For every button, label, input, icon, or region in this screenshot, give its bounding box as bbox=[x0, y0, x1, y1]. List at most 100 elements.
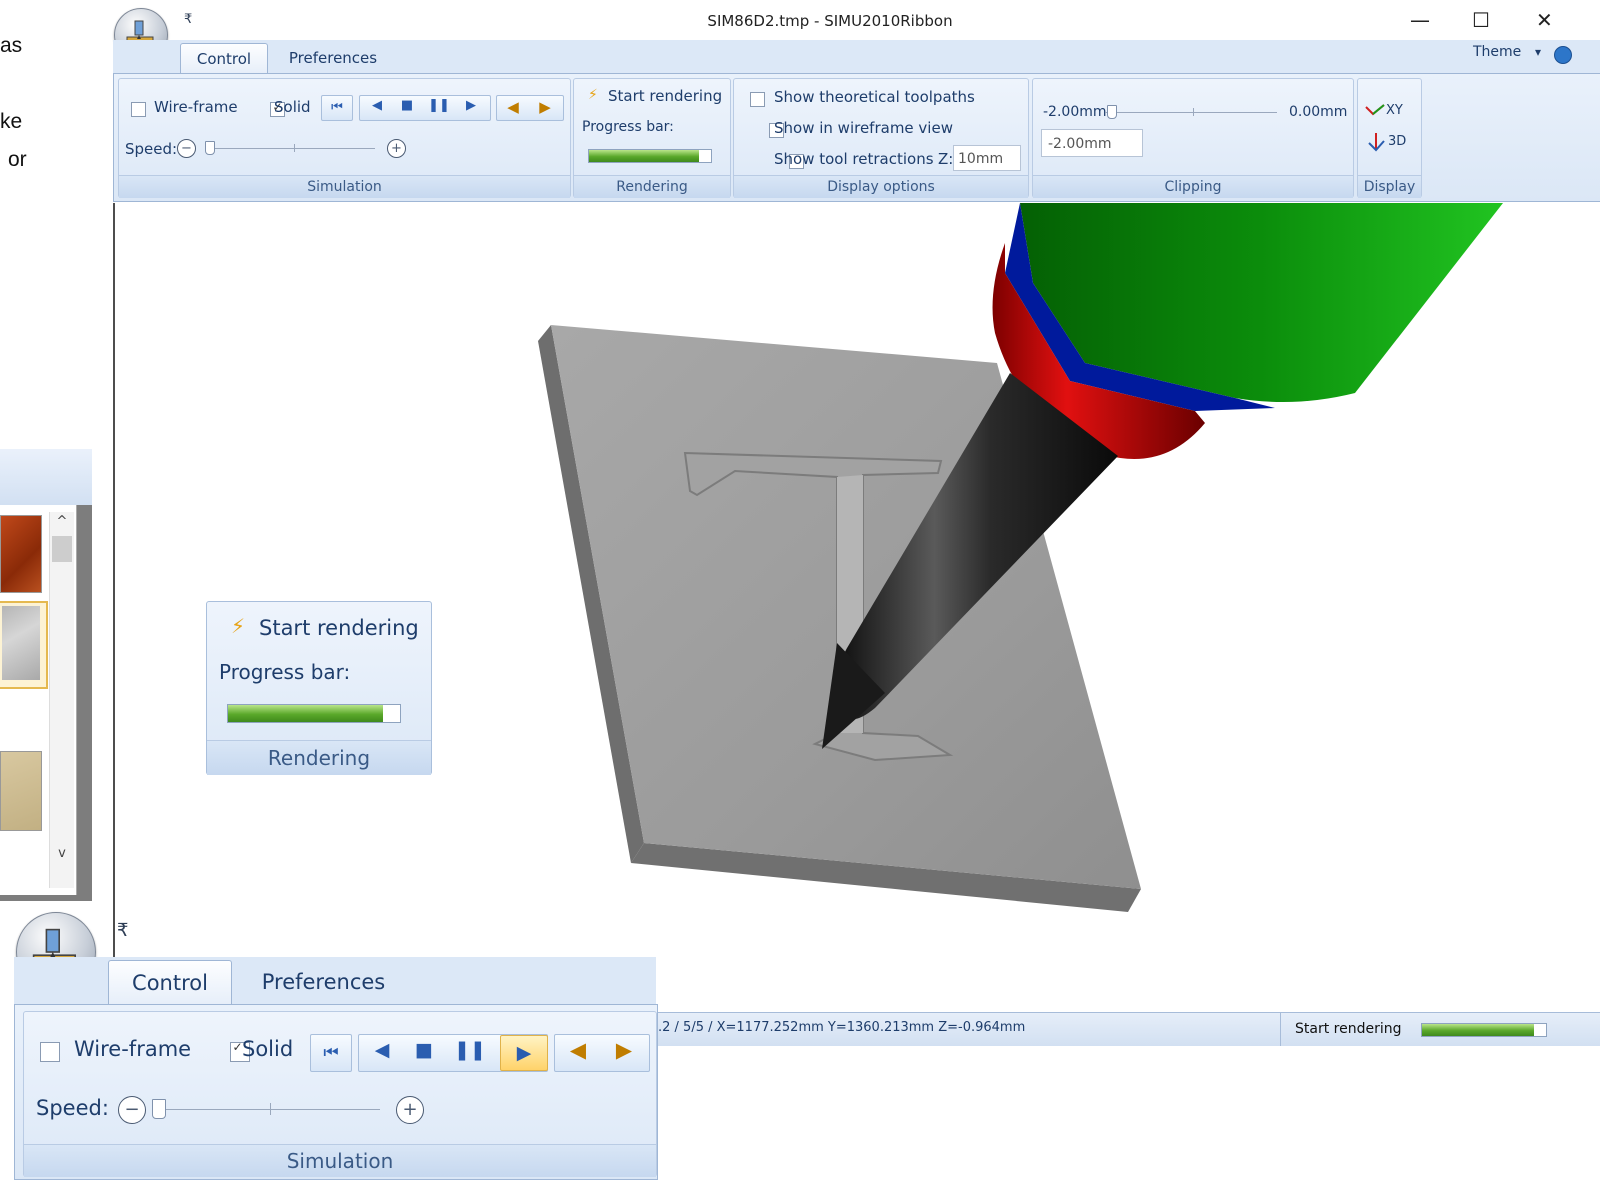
wireframe-view-label: Show in wireframe view bbox=[774, 119, 953, 137]
callout-reset-button[interactable]: ⏮ bbox=[310, 1034, 352, 1072]
status-start-rendering-button[interactable]: Start rendering bbox=[1295, 1021, 1402, 1037]
callout-tab-control[interactable]: Control bbox=[108, 960, 232, 1005]
display-group-label: Display bbox=[1358, 175, 1421, 198]
callout-step-back-button[interactable]: ◀ bbox=[366, 1039, 398, 1061]
maximize-icon[interactable]: ☐ bbox=[1472, 8, 1490, 32]
stray-text-1: as bbox=[0, 34, 23, 57]
tab-preferences[interactable]: Preferences bbox=[278, 43, 388, 73]
material-swatch-sand[interactable] bbox=[0, 751, 42, 831]
material-picker: ^ v bbox=[0, 449, 92, 901]
speed-increase-button[interactable]: + bbox=[387, 139, 406, 158]
status-progress-fill bbox=[1422, 1024, 1534, 1036]
display-options-group-label: Display options bbox=[734, 175, 1028, 198]
clipping-slider-tick bbox=[1193, 108, 1194, 116]
pause-button[interactable]: ❚❚ bbox=[425, 98, 453, 113]
group-display: XY 3D Display bbox=[1357, 78, 1422, 198]
scroll-up-icon[interactable]: ^ bbox=[52, 514, 72, 532]
callout-previous-button[interactable]: ◀ bbox=[560, 1038, 596, 1062]
stray-text-2: ke bbox=[0, 110, 23, 133]
callout-progress-bar bbox=[227, 704, 401, 723]
callout-stop-button[interactable]: ■ bbox=[408, 1039, 440, 1061]
speed-slider-thumb[interactable] bbox=[205, 141, 215, 155]
material-swatch-stone bbox=[2, 606, 40, 680]
speed-decrease-button[interactable]: − bbox=[177, 139, 196, 158]
rendering-progress-fill bbox=[589, 150, 699, 162]
material-scrollbar[interactable]: ^ v bbox=[49, 512, 74, 888]
speed-slider-track[interactable] bbox=[205, 148, 375, 149]
callout-speed-decrease-button[interactable]: − bbox=[118, 1096, 146, 1124]
theme-chevron-down-icon[interactable]: ▾ bbox=[1535, 45, 1541, 59]
simulation-group-label: Simulation bbox=[119, 175, 570, 198]
material-swatch-wood[interactable] bbox=[0, 515, 42, 593]
callout-wireframe-checkbox[interactable] bbox=[40, 1042, 60, 1062]
theme-menu[interactable]: Theme bbox=[1473, 44, 1521, 60]
callout-progress-fill bbox=[228, 705, 383, 722]
rendering-progress-bar bbox=[588, 149, 712, 163]
help-icon[interactable] bbox=[1554, 46, 1572, 64]
callout-speed-slider-thumb[interactable] bbox=[152, 1099, 166, 1119]
ribbon-panel: Wire-frame Solid ⏮ ◀ ■ ❚❚ ▶ ◀ ▶ Speed: −… bbox=[113, 73, 1600, 202]
start-rendering-button[interactable]: Start rendering bbox=[608, 87, 722, 105]
callout-next-button[interactable]: ▶ bbox=[606, 1038, 642, 1062]
xy-view-button[interactable]: XY bbox=[1386, 103, 1403, 118]
group-clipping: -2.00mm 0.00mm -2.00mm Clipping bbox=[1032, 78, 1354, 198]
quick-access-dropdown-icon[interactable]: ₹ bbox=[184, 12, 192, 27]
wireframe-label: Wire-frame bbox=[154, 98, 238, 116]
callout-speed-increase-button[interactable]: + bbox=[396, 1096, 424, 1124]
close-icon[interactable]: ✕ bbox=[1536, 8, 1553, 32]
z-retraction-input[interactable]: 10mm bbox=[953, 145, 1021, 171]
clipping-slider-thumb[interactable] bbox=[1107, 105, 1117, 119]
scroll-thumb[interactable] bbox=[52, 536, 72, 562]
callout-quick-access-icon[interactable]: ₹ bbox=[117, 920, 128, 941]
clipping-group-label: Clipping bbox=[1033, 175, 1353, 198]
previous-button[interactable]: ◀ bbox=[501, 98, 525, 116]
title-bar: SIM86D2.tmp - SIMU2010Ribbon — ☐ ✕ bbox=[180, 0, 1600, 42]
status-render-section: Start rendering bbox=[1280, 1013, 1600, 1046]
minimize-icon[interactable]: — bbox=[1410, 8, 1430, 32]
material-swatch-selected-frame[interactable] bbox=[0, 601, 48, 689]
play-button[interactable]: ▶ bbox=[459, 98, 483, 113]
next-button[interactable]: ▶ bbox=[533, 98, 557, 116]
group-rendering: ⚡ Start rendering Progress bar: Renderin… bbox=[573, 78, 731, 198]
callout-ribbon: Wire-frame Solid ⏮ ◀ ■ ❚❚ ▶ ◀ ▶ Speed: −… bbox=[14, 1004, 658, 1180]
window-title: SIM86D2.tmp - SIMU2010Ribbon bbox=[707, 12, 953, 30]
group-simulation: Wire-frame Solid ⏮ ◀ ■ ❚❚ ▶ ◀ ▶ Speed: −… bbox=[118, 78, 571, 198]
reset-button[interactable]: ⏮ bbox=[321, 95, 353, 121]
callout-pause-button[interactable]: ❚❚ bbox=[452, 1039, 488, 1061]
rendering-callout: ⚡ Start rendering Progress bar: Renderin… bbox=[206, 601, 432, 775]
status-coordinates: .2 / 5/5 / X=1177.252mm Y=1360.213mm Z=-… bbox=[658, 1020, 1026, 1035]
tab-strip: Control Preferences Theme ▾ bbox=[113, 40, 1600, 74]
clipping-value-input[interactable]: -2.00mm bbox=[1041, 129, 1143, 157]
callout-simulation-group-label: Simulation bbox=[24, 1144, 656, 1177]
speed-label: Speed: bbox=[125, 140, 178, 158]
tab-control[interactable]: Control bbox=[180, 43, 268, 74]
status-progress-bar bbox=[1421, 1023, 1547, 1037]
z-label: Z: bbox=[938, 150, 954, 168]
callout-tab-preferences[interactable]: Preferences bbox=[246, 960, 401, 1004]
clipping-max-label: 0.00mm bbox=[1289, 104, 1348, 120]
callout-speed-slider-track[interactable] bbox=[152, 1109, 380, 1110]
theoretical-toolpaths-checkbox[interactable] bbox=[750, 91, 765, 107]
callout-play-button[interactable]: ▶ bbox=[500, 1035, 548, 1071]
xy-view-icon[interactable] bbox=[1364, 103, 1386, 117]
callout-solid-label: Solid bbox=[242, 1037, 294, 1061]
group-display-options: Show theoretical toolpaths Show in wiref… bbox=[733, 78, 1029, 198]
callout-start-rendering-button[interactable]: Start rendering bbox=[259, 616, 419, 640]
callout-group-simulation: Wire-frame Solid ⏮ ◀ ■ ❚❚ ▶ ◀ ▶ Speed: −… bbox=[23, 1011, 657, 1177]
speed-slider-tick bbox=[294, 144, 295, 152]
stop-button[interactable]: ■ bbox=[395, 98, 419, 113]
material-picker-header bbox=[0, 449, 92, 505]
rendering-group-label: Rendering bbox=[574, 175, 730, 198]
clipping-slider-track[interactable] bbox=[1105, 112, 1277, 113]
status-bar: .2 / 5/5 / X=1177.252mm Y=1360.213mm Z=-… bbox=[656, 1012, 1600, 1046]
callout-rendering-group-label: Rendering bbox=[207, 740, 431, 775]
step-back-button[interactable]: ◀ bbox=[365, 98, 389, 113]
3d-view-icon[interactable] bbox=[1366, 131, 1386, 153]
scroll-down-icon[interactable]: v bbox=[52, 846, 72, 864]
wireframe-checkbox[interactable] bbox=[131, 101, 146, 117]
stray-text-3: or bbox=[8, 148, 27, 171]
callout-speed-label: Speed: bbox=[36, 1096, 109, 1120]
progress-bar-label: Progress bar: bbox=[582, 119, 674, 135]
3d-view-button[interactable]: 3D bbox=[1388, 134, 1406, 149]
tool-retractions-label: Show tool retractions bbox=[774, 150, 934, 168]
